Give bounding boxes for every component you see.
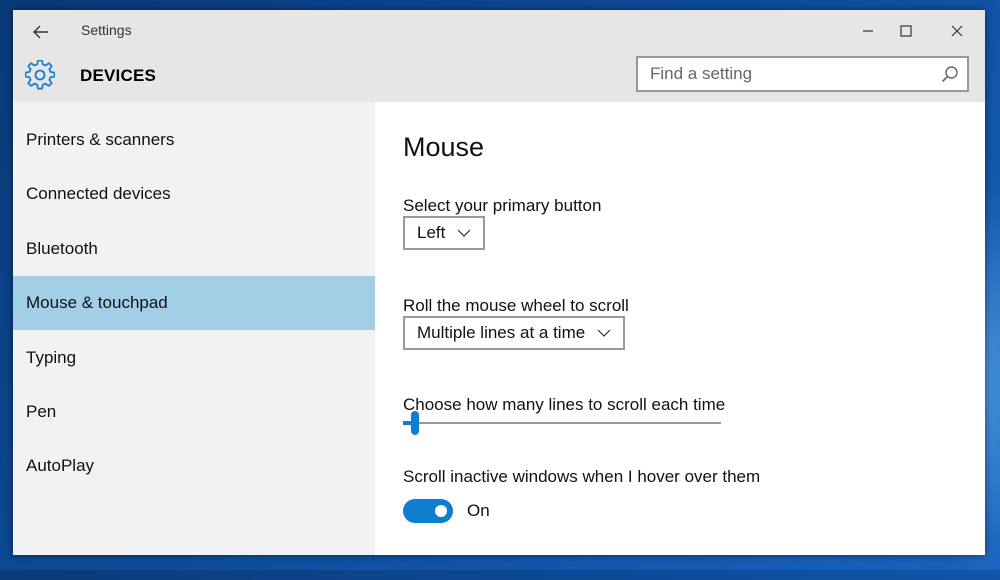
chevron-down-icon: [597, 329, 611, 337]
primary-button-dropdown[interactable]: Left: [403, 216, 486, 250]
slider-track: [403, 422, 721, 424]
sidebar-item-label: Pen: [26, 402, 57, 421]
maximize-button[interactable]: [884, 16, 928, 46]
sidebar: Printers & scanners Connected devices Bl…: [13, 102, 375, 555]
toggle-state-label: On: [467, 501, 490, 520]
sidebar-item-bluetooth[interactable]: Bluetooth: [13, 222, 375, 276]
gear-icon: [25, 60, 55, 90]
window-header: Settings DEVICES: [13, 10, 985, 102]
slider-thumb[interactable]: [411, 411, 420, 435]
settings-window: Settings DEVICES Find a setting Printers…: [13, 10, 985, 555]
sidebar-item-typing[interactable]: Typing: [13, 331, 375, 385]
sidebar-item-printers-scanners[interactable]: Printers & scanners: [13, 113, 375, 167]
search-icon[interactable]: [941, 65, 959, 83]
window-title: Settings: [81, 22, 132, 38]
sidebar-item-label: Bluetooth: [26, 239, 98, 258]
sidebar-item-pen[interactable]: Pen: [13, 385, 375, 439]
search-input[interactable]: [638, 58, 952, 90]
sidebar-item-mouse-touchpad[interactable]: Mouse & touchpad: [13, 276, 375, 330]
close-button[interactable]: [935, 16, 979, 46]
scroll-wheel-dropdown[interactable]: Multiple lines at a time: [403, 316, 626, 350]
scroll-inactive-label: Scroll inactive windows when I hover ove…: [403, 467, 761, 486]
sidebar-item-connected-devices[interactable]: Connected devices: [13, 167, 375, 221]
back-arrow-icon: [33, 25, 48, 39]
section-title: DEVICES: [80, 66, 157, 85]
close-icon: [951, 25, 963, 37]
main-content: Mouse Select your primary button Left Ro…: [375, 102, 985, 555]
sidebar-item-label: Connected devices: [26, 184, 171, 203]
chevron-down-icon: [457, 229, 471, 237]
search-box[interactable]: [636, 56, 969, 92]
minimize-icon: [863, 30, 873, 32]
sidebar-item-label: Printers & scanners: [26, 130, 175, 149]
back-button[interactable]: [25, 18, 57, 46]
sidebar-item-autoplay[interactable]: AutoPlay: [13, 439, 375, 493]
toggle-knob: [435, 505, 447, 517]
sidebar-item-label: Mouse & touchpad: [26, 293, 168, 312]
scroll-wheel-value: Multiple lines at a time: [417, 323, 586, 342]
scroll-inactive-toggle[interactable]: [403, 499, 453, 523]
maximize-icon: [900, 25, 912, 37]
primary-button-label: Select your primary button: [403, 196, 602, 215]
sidebar-item-label: AutoPlay: [26, 456, 95, 475]
page-title: Mouse: [403, 132, 485, 162]
sidebar-item-label: Typing: [26, 348, 77, 367]
primary-button-value: Left: [417, 223, 446, 242]
lines-to-scroll-slider[interactable]: [403, 410, 721, 438]
scroll-wheel-label: Roll the mouse wheel to scroll: [403, 296, 629, 315]
